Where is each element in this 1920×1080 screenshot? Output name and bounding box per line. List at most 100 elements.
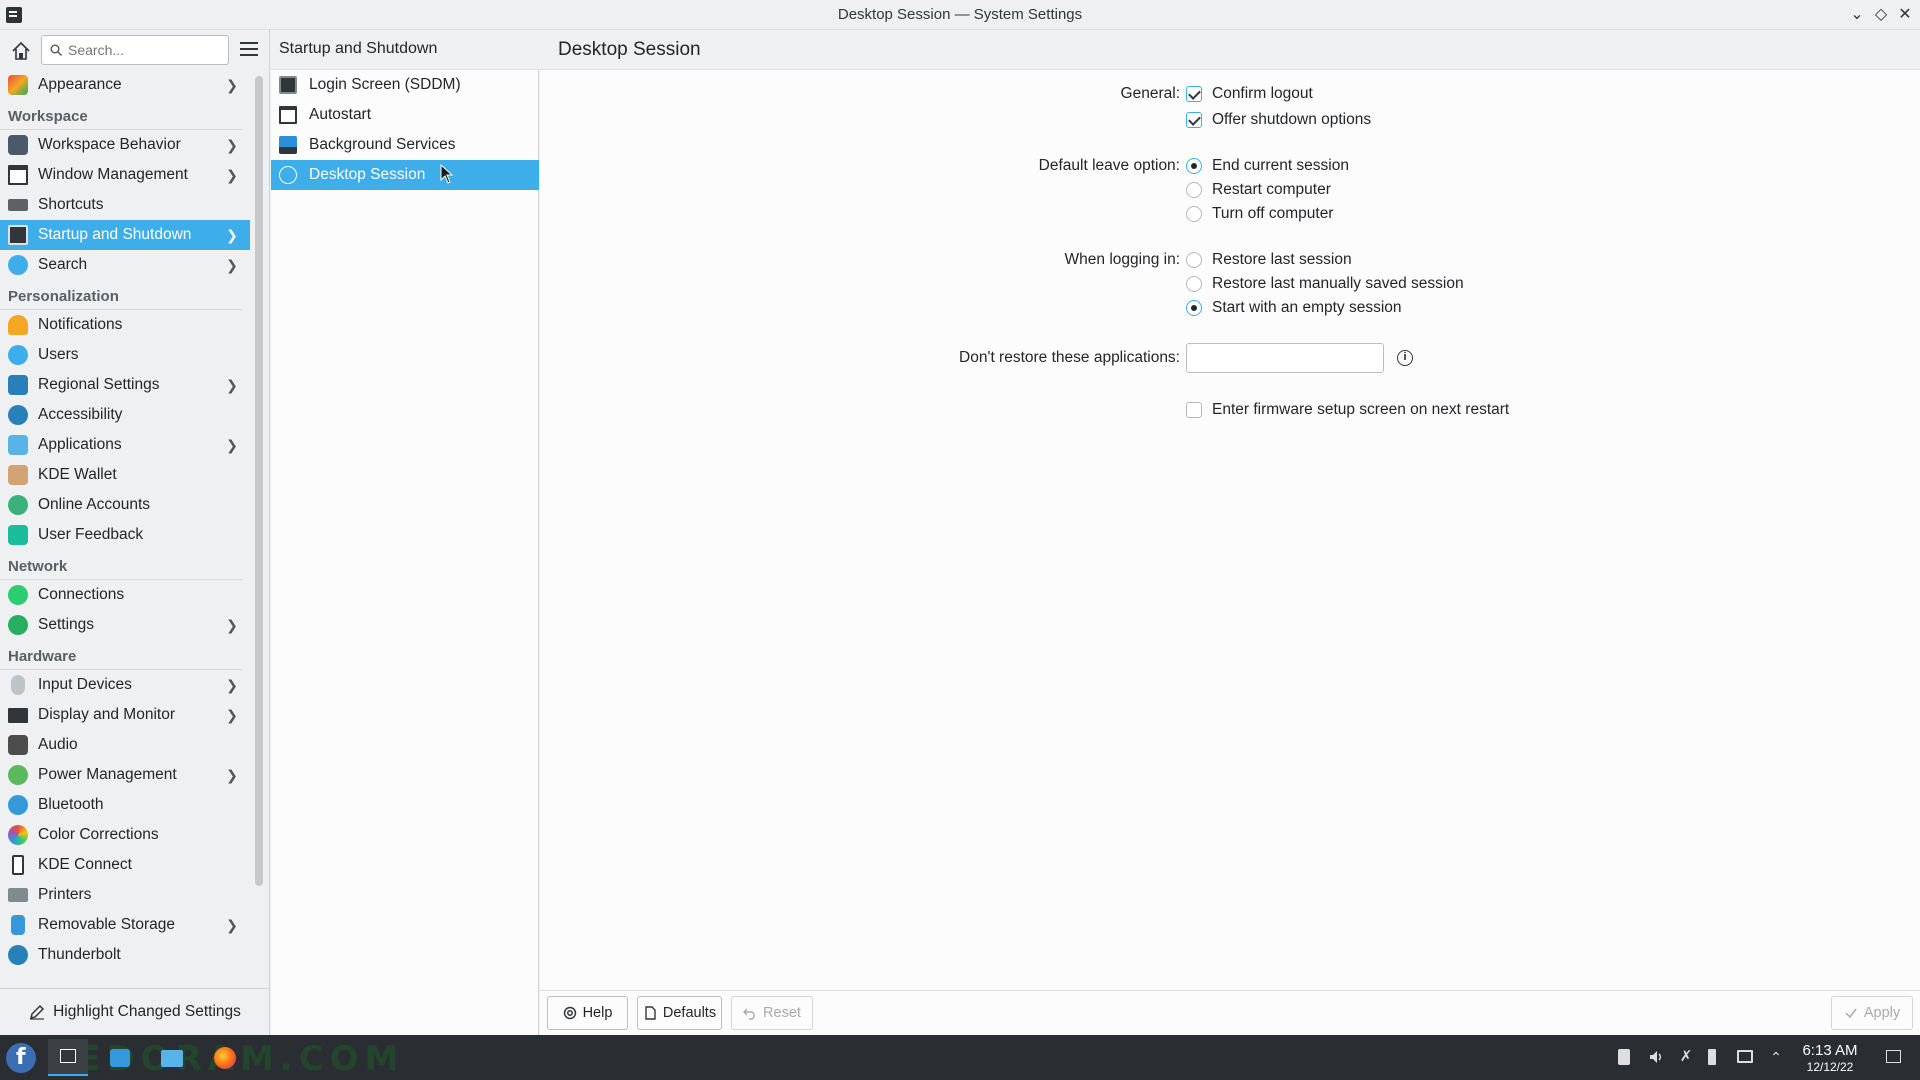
- network-tray-icon[interactable]: [1737, 1050, 1753, 1063]
- help-button[interactable]: Help: [547, 996, 628, 1030]
- search-field[interactable]: [41, 35, 229, 65]
- keyboard-icon: [8, 199, 28, 211]
- radio-unselected[interactable]: [1186, 206, 1202, 222]
- radio-restart-computer[interactable]: Restart computer: [1186, 180, 1331, 200]
- minimize-icon[interactable]: ⌄: [1846, 4, 1868, 26]
- chevron-up-icon[interactable]: ⌃: [1768, 1049, 1784, 1065]
- background-services-icon: [279, 136, 297, 154]
- radio-unselected[interactable]: [1186, 182, 1202, 198]
- sidebar-item-accessibility[interactable]: Accessibility: [0, 400, 250, 430]
- search-input[interactable]: [68, 40, 218, 60]
- radio-unselected[interactable]: [1186, 252, 1202, 268]
- sidebar-item-connections[interactable]: Connections: [0, 580, 250, 610]
- task-system-settings[interactable]: [48, 1039, 88, 1076]
- category-item-desktop-session[interactable]: Desktop Session: [271, 160, 539, 190]
- radio-restore-last-session[interactable]: Restore last session: [1186, 250, 1352, 270]
- firefox-icon: [214, 1047, 236, 1069]
- radio-label: End current session: [1212, 157, 1349, 174]
- sidebar-item-audio[interactable]: Audio: [0, 730, 250, 760]
- workspace-behavior-icon: [8, 135, 28, 155]
- sidebar-item-thunderbolt[interactable]: Thunderbolt: [0, 940, 250, 970]
- undo-icon: [743, 1008, 755, 1020]
- sidebar-item-input-devices[interactable]: Input Devices ❯: [0, 670, 250, 700]
- clock-time[interactable]: 6:13 AM: [1790, 1042, 1870, 1059]
- category-item-label: Autostart: [309, 106, 372, 123]
- chevron-right-icon: ❯: [226, 706, 238, 723]
- radio-start-empty-session[interactable]: Start with an empty session: [1186, 298, 1402, 318]
- sidebar-item-label: Users: [38, 346, 79, 363]
- home-icon[interactable]: [10, 40, 32, 62]
- radio-restore-manually-saved[interactable]: Restore last manually saved session: [1186, 274, 1464, 294]
- firmware-setup-checkbox[interactable]: Enter firmware setup screen on next rest…: [1186, 400, 1509, 420]
- category-item-background-services[interactable]: Background Services: [271, 130, 539, 160]
- sidebar-item-search[interactable]: Search ❯: [0, 250, 250, 280]
- autostart-icon: [279, 106, 297, 124]
- confirm-logout-label: Confirm logout: [1212, 85, 1313, 102]
- highlight-changed-settings-button[interactable]: Highlight Changed Settings: [0, 988, 270, 1035]
- sidebar-item-regional-settings[interactable]: Regional Settings ❯: [0, 370, 250, 400]
- search-icon: [50, 44, 62, 56]
- apply-button[interactable]: Apply: [1831, 996, 1913, 1030]
- sidebar-item-applications[interactable]: Applications ❯: [0, 430, 250, 460]
- sidebar-item-user-feedback[interactable]: User Feedback: [0, 520, 250, 550]
- section-network: Network: [0, 550, 242, 580]
- reset-button[interactable]: Reset: [731, 996, 813, 1030]
- sidebar-item-window-management[interactable]: Window Management ❯: [0, 160, 250, 190]
- radio-selected[interactable]: [1186, 158, 1202, 174]
- offer-shutdown-checkbox[interactable]: Offer shutdown options: [1186, 110, 1371, 130]
- sidebar-item-kde-wallet[interactable]: KDE Wallet: [0, 460, 250, 490]
- clipboard-icon[interactable]: [1618, 1049, 1630, 1065]
- radio-selected[interactable]: [1186, 300, 1202, 316]
- sidebar-item-bluetooth[interactable]: Bluetooth: [0, 790, 250, 820]
- task-discover[interactable]: [100, 1039, 140, 1076]
- sidebar-item-kde-connect[interactable]: KDE Connect: [0, 850, 250, 880]
- sidebar-item-workspace-behavior[interactable]: Workspace Behavior ❯: [0, 130, 250, 160]
- task-file-manager[interactable]: [152, 1039, 192, 1076]
- sidebar-item-label: User Feedback: [38, 526, 144, 543]
- dont-restore-input[interactable]: [1186, 343, 1384, 373]
- radio-unselected[interactable]: [1186, 276, 1202, 292]
- sidebar-item-label: Search: [38, 256, 88, 273]
- show-desktop-icon[interactable]: [1886, 1050, 1901, 1063]
- desktop-session-icon: [279, 166, 297, 184]
- sidebar-item-startup-and-shutdown[interactable]: Startup and Shutdown ❯: [0, 220, 250, 250]
- volume-icon[interactable]: [1648, 1049, 1664, 1065]
- battery-icon[interactable]: [1708, 1049, 1716, 1065]
- radio-end-current-session[interactable]: End current session: [1186, 156, 1349, 176]
- sidebar-item-printers[interactable]: Printers: [0, 880, 250, 910]
- sidebar-item-color-corrections[interactable]: Color Corrections: [0, 820, 250, 850]
- sidebar-item-online-accounts[interactable]: Online Accounts: [0, 490, 250, 520]
- checkbox-checked[interactable]: [1186, 112, 1202, 128]
- sidebar-item-label: Display and Monitor: [38, 706, 175, 723]
- login-screen-icon: [279, 76, 297, 94]
- category-item-label: Background Services: [309, 136, 456, 153]
- sidebar-item-users[interactable]: Users: [0, 340, 250, 370]
- checkbox-checked[interactable]: [1186, 86, 1202, 102]
- hamburger-menu-icon[interactable]: [240, 42, 258, 56]
- sidebar-item-display-and-monitor[interactable]: Display and Monitor ❯: [0, 700, 250, 730]
- sidebar-item-network-settings[interactable]: Settings ❯: [0, 610, 250, 640]
- task-firefox[interactable]: [205, 1039, 245, 1076]
- sidebar-item-appearance[interactable]: Appearance ❯: [0, 70, 250, 100]
- info-icon[interactable]: i: [1397, 350, 1413, 366]
- checkbox-unchecked[interactable]: [1186, 402, 1202, 418]
- sidebar-item-removable-storage[interactable]: Removable Storage ❯: [0, 910, 250, 940]
- sidebar-scrollbar[interactable]: [255, 76, 263, 886]
- close-icon[interactable]: ✕: [1894, 4, 1916, 26]
- bluetooth-tray-icon[interactable]: ✗: [1678, 1049, 1694, 1065]
- sidebar-item-notifications[interactable]: Notifications: [0, 310, 250, 340]
- defaults-button[interactable]: Defaults: [637, 996, 722, 1030]
- mouse-icon: [11, 675, 25, 695]
- application-launcher-icon[interactable]: [6, 1043, 36, 1073]
- category-item-login-screen[interactable]: Login Screen (SDDM): [271, 70, 539, 100]
- radio-turn-off-computer[interactable]: Turn off computer: [1186, 204, 1333, 224]
- sidebar-item-shortcuts[interactable]: Shortcuts: [0, 190, 250, 220]
- checkmark-icon: [1845, 1008, 1857, 1019]
- button-bar: Help Defaults Reset Apply: [540, 990, 1920, 1035]
- clock-date[interactable]: 12/12/22: [1790, 1060, 1870, 1074]
- category-item-autostart[interactable]: Autostart: [271, 100, 539, 130]
- confirm-logout-checkbox[interactable]: Confirm logout: [1186, 84, 1313, 104]
- sidebar-item-power-management[interactable]: Power Management ❯: [0, 760, 250, 790]
- phone-icon: [12, 855, 24, 875]
- maximize-icon[interactable]: ◇: [1870, 4, 1892, 26]
